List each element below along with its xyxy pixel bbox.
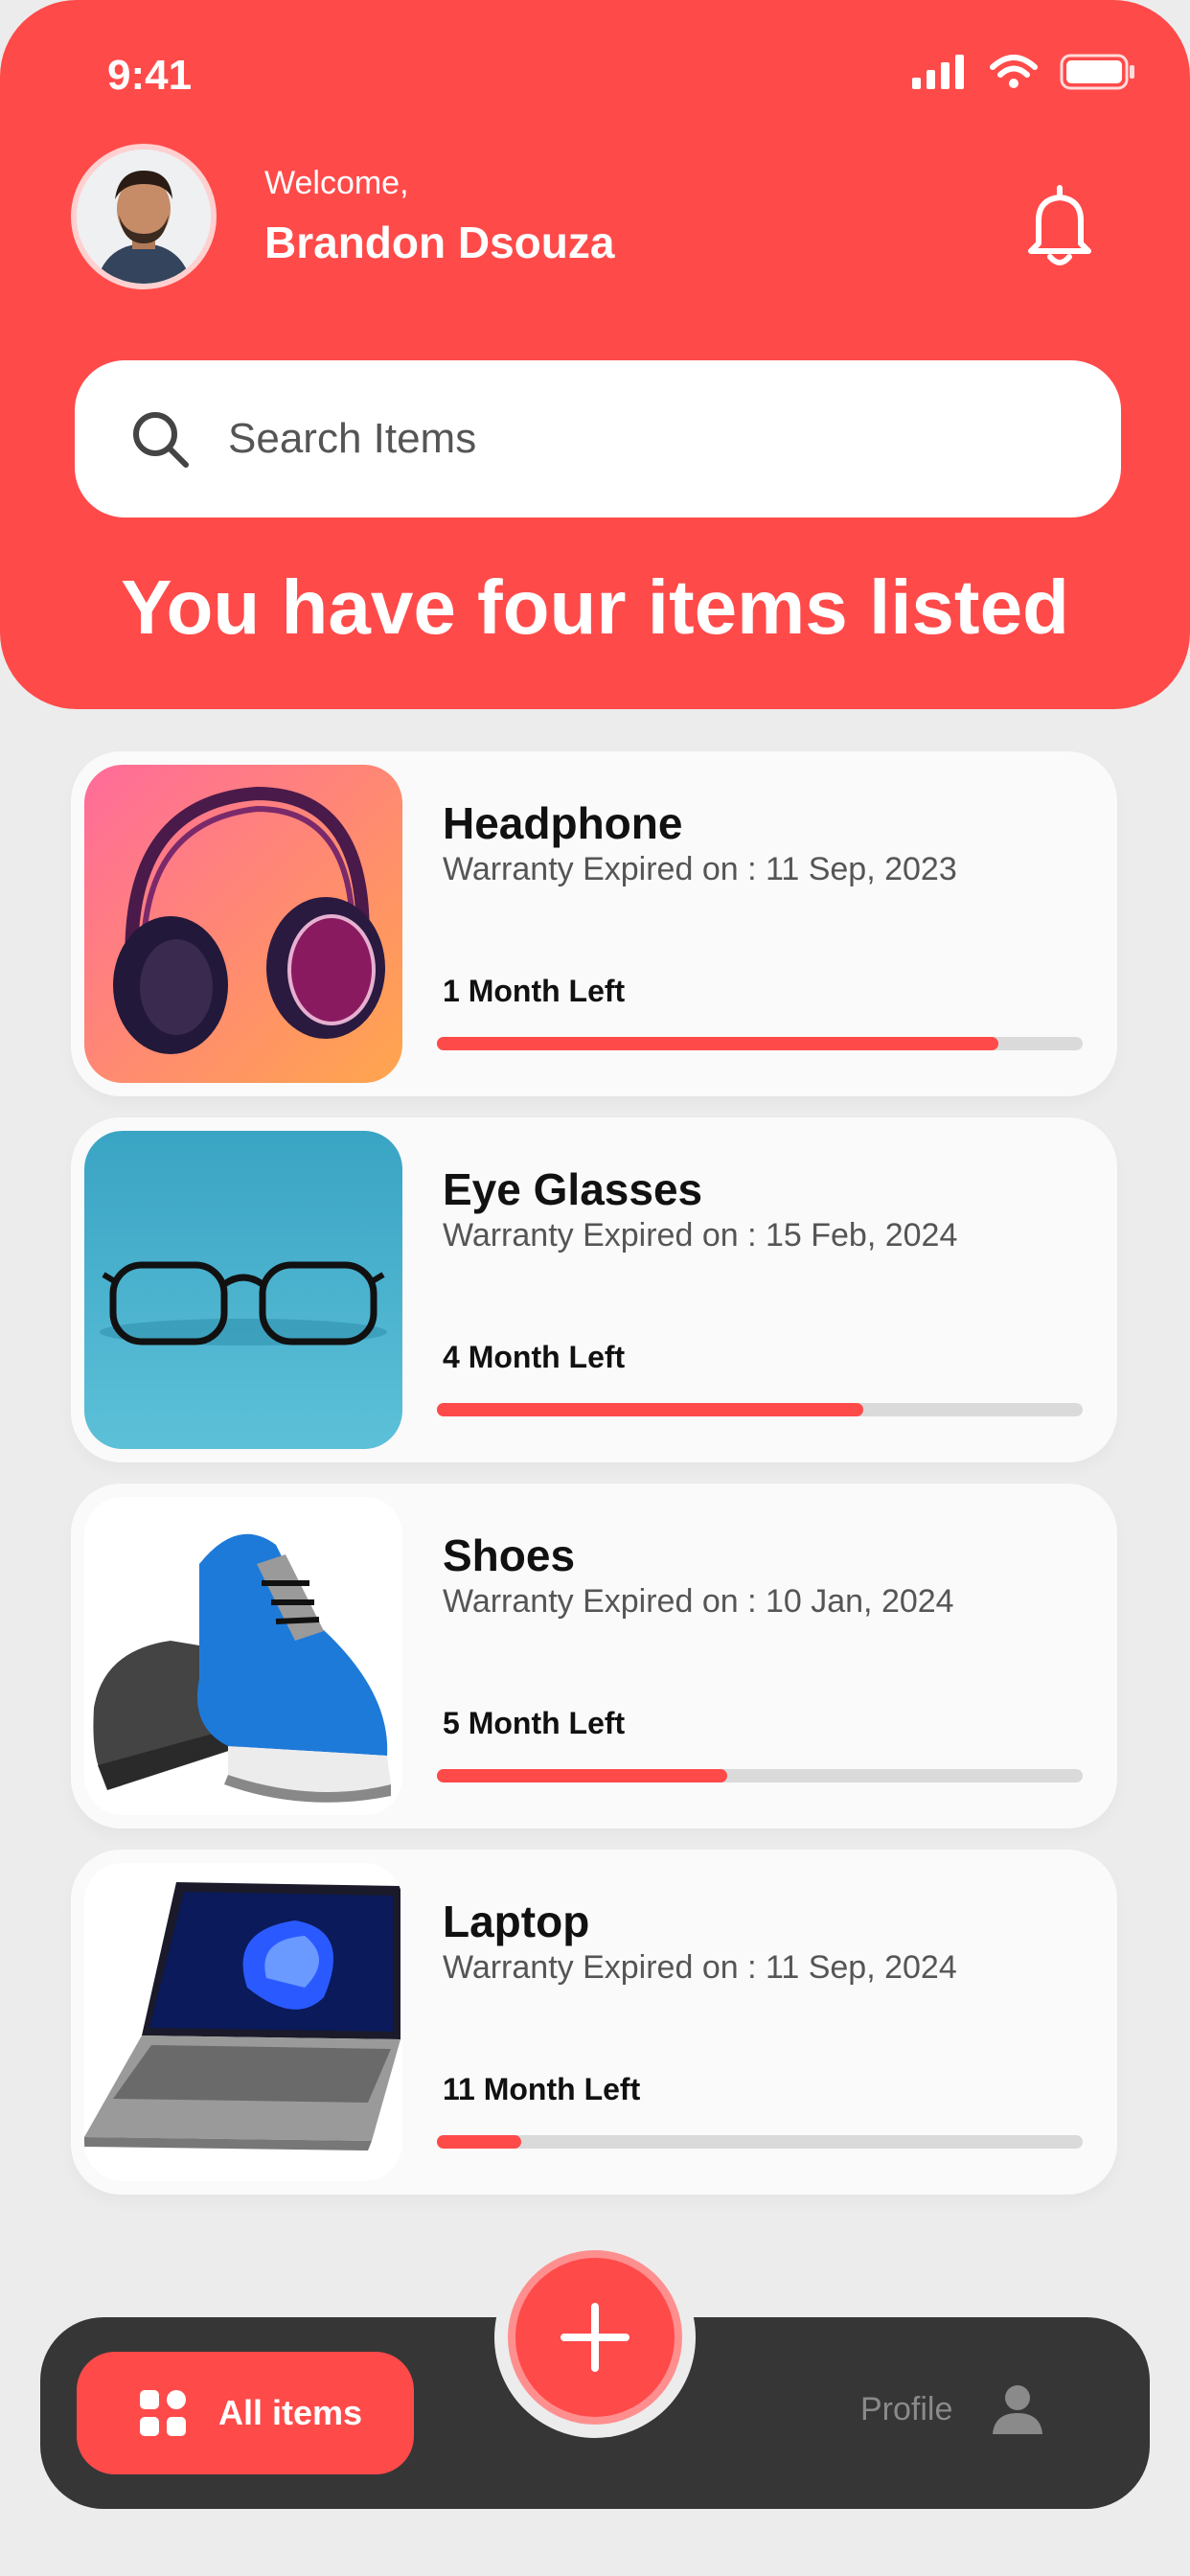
- item-card-shoes[interactable]: Shoes Warranty Expired on : 10 Jan, 2024…: [71, 1484, 1117, 1828]
- app-screen: 9:41 Welcome, Brandon Dsouza Search Item…: [0, 0, 1190, 2576]
- item-image-laptop: [84, 1863, 402, 2181]
- item-time-left: 4 Month Left: [443, 1340, 626, 1374]
- item-warranty: Warranty Expired on : 15 Feb, 2024: [443, 1217, 958, 1254]
- user-icon: [993, 2385, 1043, 2434]
- item-warranty: Warranty Expired on : 11 Sep, 2024: [443, 1949, 957, 1986]
- search-icon: [133, 412, 189, 468]
- header: 9:41 Welcome, Brandon Dsouza Search Item…: [0, 0, 1190, 709]
- signal-icon: [912, 55, 964, 89]
- user-name: Brandon Dsouza: [264, 218, 615, 267]
- warranty-progress-fill: [437, 1403, 863, 1416]
- warranty-progress-fill: [437, 2135, 521, 2149]
- item-card-laptop[interactable]: Laptop Warranty Expired on : 11 Sep, 202…: [71, 1850, 1117, 2195]
- item-time-left: 11 Month Left: [443, 2072, 641, 2106]
- item-image-shoes: [84, 1497, 402, 1815]
- warranty-progress-fill: [437, 1769, 728, 1782]
- warranty-progress-bar: [437, 1769, 1083, 1782]
- warranty-progress-bar: [437, 1403, 1083, 1416]
- item-warranty: Warranty Expired on : 11 Sep, 2023: [443, 851, 957, 887]
- item-time-left: 5 Month Left: [443, 1706, 626, 1740]
- page-title: You have four items listed: [121, 564, 1069, 650]
- add-item-button[interactable]: [508, 2250, 682, 2425]
- warranty-progress-bar: [437, 2135, 1083, 2149]
- battery-icon: [1060, 54, 1134, 90]
- warranty-progress-fill: [437, 1037, 999, 1050]
- nav-profile-button[interactable]: Profile: [860, 2382, 1044, 2436]
- grid-icon: [140, 2390, 186, 2436]
- item-list: Headphone Warranty Expired on : 11 Sep, …: [71, 751, 1117, 2216]
- item-warranty: Warranty Expired on : 10 Jan, 2024: [443, 1583, 954, 1620]
- item-title: Shoes: [443, 1530, 576, 1580]
- status-time: 9:41: [107, 52, 193, 99]
- item-image-headphone: [84, 765, 402, 1083]
- search-input[interactable]: Search Items: [75, 360, 1121, 518]
- avatar[interactable]: [71, 144, 217, 289]
- wifi-icon: [990, 55, 1038, 88]
- warranty-progress-bar: [437, 1037, 1083, 1050]
- item-image-eye-glasses: [84, 1131, 402, 1449]
- item-time-left: 1 Month Left: [443, 974, 626, 1008]
- avatar-image: [77, 150, 211, 284]
- nav-all-items-label: All items: [218, 2393, 363, 2432]
- bell-icon[interactable]: [1021, 184, 1098, 270]
- item-card-eye-glasses[interactable]: Eye Glasses Warranty Expired on : 15 Feb…: [71, 1117, 1117, 1462]
- nav-all-items-button[interactable]: All items: [77, 2352, 414, 2474]
- item-title: Headphone: [443, 798, 683, 848]
- status-icons: [910, 54, 1136, 90]
- item-card-headphone[interactable]: Headphone Warranty Expired on : 11 Sep, …: [71, 751, 1117, 1096]
- item-title: Laptop: [443, 1897, 590, 1946]
- search-placeholder: Search Items: [228, 415, 477, 462]
- nav-profile-label: Profile: [860, 2390, 953, 2427]
- welcome-text: Welcome,: [264, 165, 409, 201]
- plus-icon: [561, 2303, 629, 2372]
- item-title: Eye Glasses: [443, 1164, 703, 1214]
